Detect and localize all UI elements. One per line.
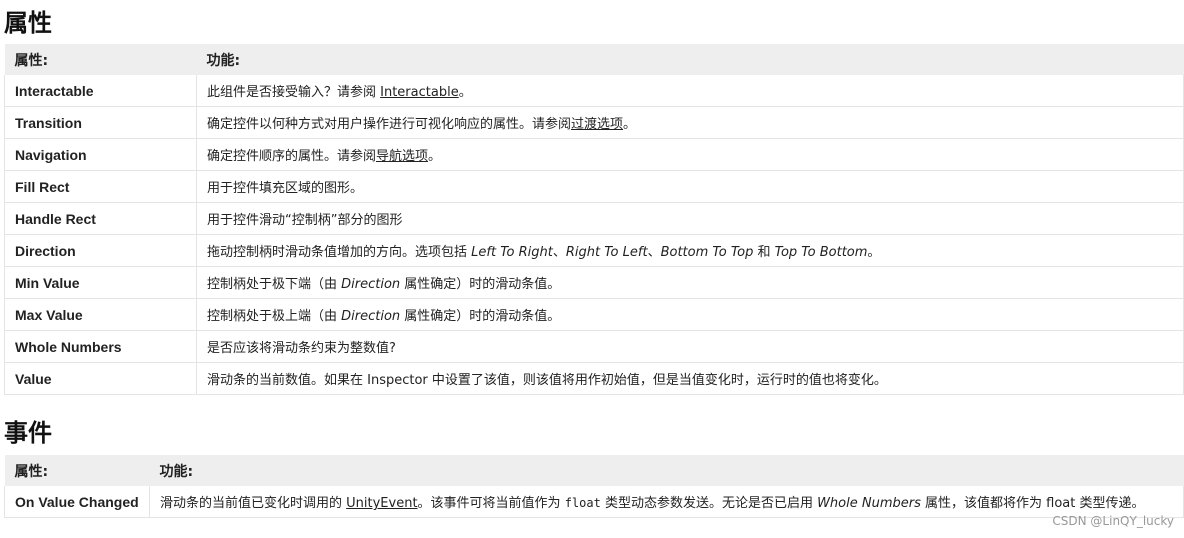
emphasis-text: Direction (341, 277, 401, 292)
description-text: 滑动条的当前数值。如果在 Inspector 中设置了该值，则该值将用作初始值，… (207, 373, 887, 388)
properties-section-title: 属性 (4, 9, 52, 37)
description-text: 属性确定）时的滑动条值。 (400, 277, 561, 292)
emphasis-text: Whole Numbers (817, 496, 921, 511)
property-description: 用于控件滑动“控制柄”部分的图形 (196, 202, 1184, 235)
description-text: 。 (458, 85, 472, 100)
property-name: Transition (4, 106, 197, 139)
table-row: Interactable 此组件是否接受输入？请参阅 Interactable。 (4, 75, 1184, 107)
emphasis-text: Top To Bottom (774, 245, 868, 260)
header-property: 属性: (4, 455, 150, 486)
table-row: Value 滑动条的当前数值。如果在 Inspector 中设置了该值，则该值将用… (4, 362, 1184, 395)
emphasis-text: Right To Left (565, 245, 648, 260)
description-text: 确定控件以何种方式对用户操作进行可视化响应的属性。请参阅 (207, 117, 572, 132)
property-name: Handle Rect (4, 202, 197, 235)
description-text: 此组件是否接受输入？请参阅 (207, 85, 381, 100)
property-description: 用于控件填充区域的图形。 (196, 170, 1184, 203)
description-text: 属性，该值都将作为 float 类型传递。 (920, 496, 1145, 511)
property-name: On Value Changed (4, 486, 150, 518)
description-text: 。 (867, 245, 881, 260)
property-name: Fill Rect (4, 170, 197, 203)
property-description: 控制柄处于极上端（由 Direction 属性确定）时的滑动条值。 (196, 298, 1184, 331)
description-text: 控制柄处于极下端（由 (207, 277, 342, 292)
description-text: 。该事件可将当前值作为 (417, 496, 565, 511)
property-description: 确定控件以何种方式对用户操作进行可视化响应的属性。请参阅过渡选项。 (196, 106, 1184, 139)
property-name: Value (4, 362, 197, 395)
events-table-header: 属性: 功能: (4, 455, 1184, 486)
property-description: 是否应该将滑动条约束为整数值? (196, 330, 1184, 363)
property-description: 此组件是否接受输入？请参阅 Interactable。 (196, 75, 1184, 107)
description-text: 用于控件填充区域的图形。 (207, 181, 364, 196)
description-text: 是否应该将滑动条约束为整数值? (207, 341, 396, 356)
table-row: Max Value 控制柄处于极上端（由 Direction 属性确定）时的滑动条… (4, 298, 1184, 331)
description-text: 。 (428, 149, 442, 164)
property-name: Whole Numbers (4, 330, 197, 363)
table-row: Whole Numbers 是否应该将滑动条约束为整数值? (4, 330, 1184, 363)
property-name: Direction (4, 234, 197, 267)
table-row: Min Value 控制柄处于极下端（由 Direction 属性确定）时的滑动条… (4, 266, 1184, 299)
description-text: 确定控件顺序的属性。请参阅 (207, 149, 377, 164)
property-description: 拖动控制柄时滑动条值增加的方向。选项包括 Left To Right、Right… (196, 234, 1184, 267)
doc-link[interactable]: UnityEvent (346, 496, 417, 511)
csdn-watermark: CSDN @LinQY_lucky (1052, 514, 1174, 528)
header-property: 属性: (4, 44, 197, 75)
table-row: Fill Rect 用于控件填充区域的图形。 (4, 170, 1184, 203)
code-text: float (564, 496, 601, 510)
property-description: 滑动条的当前数值。如果在 Inspector 中设置了该值，则该值将用作初始值，… (196, 362, 1184, 395)
properties-table: 属性: 功能: Interactable 此组件是否接受输入？请参阅 Intera… (4, 44, 1184, 395)
property-name: Navigation (4, 138, 197, 171)
description-text: 和 (753, 245, 775, 260)
description-text: 。 (623, 117, 637, 132)
events-table: 属性: 功能: On Value Changed 滑动条的当前值已变化时调用的 U… (4, 455, 1184, 518)
header-function: 功能: (196, 44, 1184, 75)
emphasis-text: Direction (341, 309, 401, 324)
emphasis-text: Bottom To Top (660, 245, 754, 260)
table-row: Navigation 确定控件顺序的属性。请参阅导航选项。 (4, 138, 1184, 171)
description-text: 用于控件滑动“控制柄”部分的图形 (207, 213, 403, 228)
doc-link[interactable]: 过渡选项 (571, 117, 623, 132)
description-text: 属性确定）时的滑动条值。 (400, 309, 561, 324)
table-row: Direction 拖动控制柄时滑动条值增加的方向。选项包括 Left To Ri… (4, 234, 1184, 267)
description-text: 类型动态参数发送。无论是否已启用 (600, 496, 818, 511)
header-function: 功能: (149, 455, 1184, 486)
doc-link[interactable]: Interactable (380, 85, 459, 100)
property-description: 确定控件顺序的属性。请参阅导航选项。 (196, 138, 1184, 171)
description-text: 控制柄处于极上端（由 (207, 309, 342, 324)
description-text: 拖动控制柄时滑动条值增加的方向。选项包括 (207, 245, 472, 260)
property-name: Interactable (4, 75, 197, 107)
table-row: On Value Changed 滑动条的当前值已变化时调用的 UnityEven… (4, 486, 1184, 518)
property-name: Max Value (4, 298, 197, 331)
description-text: 、 (552, 245, 566, 260)
property-name: Min Value (4, 266, 197, 299)
description-text: 滑动条的当前值已变化时调用的 (160, 496, 347, 511)
table-row: Handle Rect 用于控件滑动“控制柄”部分的图形 (4, 202, 1184, 235)
events-section-title: 事件 (4, 419, 52, 447)
emphasis-text: Left To Right (471, 245, 553, 260)
properties-table-header: 属性: 功能: (4, 44, 1184, 75)
property-description: 滑动条的当前值已变化时调用的 UnityEvent。该事件可将当前值作为 flo… (149, 486, 1184, 518)
doc-link[interactable]: 导航选项 (376, 149, 428, 164)
property-description: 控制柄处于极下端（由 Direction 属性确定）时的滑动条值。 (196, 266, 1184, 299)
table-row: Transition 确定控件以何种方式对用户操作进行可视化响应的属性。请参阅过渡… (4, 106, 1184, 139)
description-text: 、 (647, 245, 661, 260)
